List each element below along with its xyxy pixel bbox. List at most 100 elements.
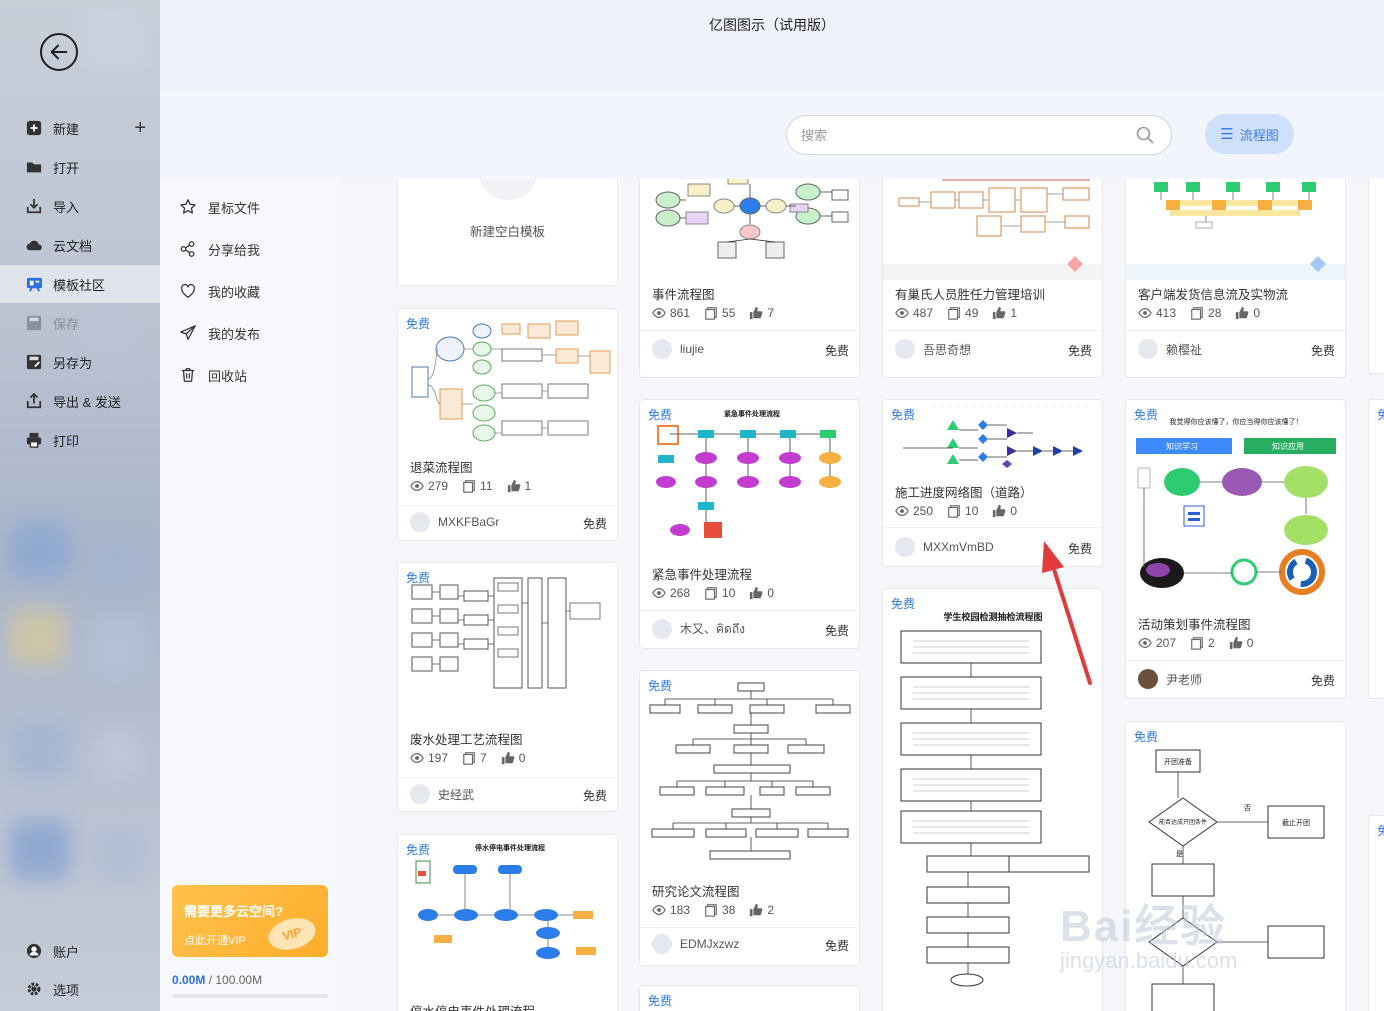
template-price: 免费 [1310, 674, 1335, 688]
template-price: 免费 [582, 517, 607, 531]
template-thumbnail: 我觉得你应该懂了，你应当得你应该懂了！ 知识学习 知识应用 [1126, 400, 1345, 604]
free-badge: 免费 [648, 679, 673, 693]
back-button[interactable] [40, 33, 78, 71]
sidebar-item-options[interactable]: 选项 [0, 970, 160, 1008]
view-count: 487 [913, 306, 934, 320]
window-title: 亿图图示（试用版） [709, 17, 835, 33]
thumb-start-label: 开团准备 [1164, 757, 1192, 766]
template-card[interactable]: 免费 开团准备 能否达成开团条件 截止开团 否 是 [1125, 721, 1346, 1011]
eye-icon [652, 308, 666, 318]
sidebar-item-new[interactable]: 新建 + [0, 109, 160, 147]
template-thumbnail: 紧急事件处理流程 [640, 400, 859, 558]
avatar [895, 537, 915, 557]
template-stats: 183 38 2 [652, 903, 788, 917]
template-thumbnail: 学生校园检测抽检流程图 [883, 589, 1102, 1009]
author-name: 尹老师 [1166, 672, 1203, 687]
template-stats: 413 28 0 [1138, 306, 1274, 320]
template-card[interactable]: 事件流程图 861 55 7 liujie 免费 [639, 179, 860, 378]
page-count: 38 [722, 903, 736, 917]
user-icon [25, 942, 43, 960]
thumb-no-label: 否 [1244, 804, 1251, 812]
pages-icon [1191, 307, 1203, 320]
template-card[interactable]: 免费 施工进度网络图（道路） 250 10 0 MXXmVmBD 免费 [882, 399, 1103, 567]
template-stats: 487 49 1 [895, 306, 1031, 320]
template-price: 免费 [824, 939, 849, 953]
template-name: 研究论文流程图 [652, 885, 740, 899]
subnav-item-recycle-bin[interactable]: 回收站 [178, 360, 247, 390]
sidebar-item-label: 保存 [53, 316, 80, 332]
search-input[interactable] [786, 115, 1172, 155]
subnav-item-starred[interactable]: 星标文件 [178, 192, 260, 222]
template-card[interactable]: 免费 [639, 985, 860, 1011]
cloud-icon [25, 236, 43, 254]
template-card[interactable]: 客户端发货信息流及实物流 413 28 0 赖樱祉 免费 [1125, 179, 1346, 378]
free-badge: 免费 [891, 597, 916, 611]
view-count: 250 [913, 504, 934, 518]
template-card[interactable]: 免费 [1368, 399, 1384, 699]
sidebar-item-label: 打开 [53, 160, 80, 176]
page-count: 2 [1208, 636, 1215, 650]
template-thumbnail: 停水停电事件处理流程 [398, 835, 617, 993]
sidebar-item-label: 打印 [53, 433, 80, 449]
free-badge: 免费 [1134, 730, 1159, 744]
thumb-left-label: 知识学习 [1166, 441, 1198, 451]
template-price: 免费 [1067, 542, 1092, 556]
sidebar-item-save[interactable]: 保存 [0, 304, 160, 342]
sidebar-item-export-send[interactable]: 导出 & 发送 [0, 382, 160, 420]
pages-icon [1191, 637, 1203, 650]
free-badge: 免费 [1377, 822, 1384, 839]
author-name: MXXmVmBD [923, 540, 994, 554]
template-price: 免费 [1310, 344, 1335, 358]
thumb-title: 我觉得你应该懂了，你应当得你应该懂了！ [1170, 417, 1303, 426]
eye-icon [652, 588, 666, 598]
avatar [895, 339, 915, 359]
sidebar-item-label: 账户 [53, 944, 80, 960]
add-icon[interactable]: + [134, 117, 146, 140]
template-card[interactable]: 免费 [639, 670, 860, 966]
template-card[interactable] [1368, 179, 1384, 374]
template-author: MXKFBaGr [410, 512, 499, 532]
template-stats: 197 7 0 [410, 751, 539, 765]
sidebar-item-import[interactable]: 导入 [0, 187, 160, 225]
export-icon [25, 392, 43, 410]
sidebar-item-save-as[interactable]: 另存为 [0, 343, 160, 381]
author-name: 木又、คิดถึง [680, 621, 745, 636]
new-blank-template-card[interactable]: + 新建空白模板 [397, 179, 618, 286]
subnav-item-shared-with-me[interactable]: 分享给我 [178, 234, 260, 264]
template-card[interactable]: 免费 [1368, 815, 1384, 1011]
template-thumbnail: 开团准备 能否达成开团条件 截止开团 否 是 [1126, 722, 1345, 1011]
storage-usage: 0.00M / 100.00M [172, 973, 262, 987]
template-thumbnail [1126, 179, 1345, 280]
template-card[interactable]: 有巢氏人员胜任力管理培训 487 49 1 吾思奇想 免费 [882, 179, 1103, 378]
subnav-item-label: 我的收藏 [208, 284, 261, 300]
thumb-question-label: 能否达成开团条件 [1159, 818, 1207, 826]
category-flowchart-button[interactable]: ☰ 流程图 [1205, 114, 1294, 154]
template-author: 赖樱祉 [1138, 339, 1202, 359]
template-card[interactable]: 免费 紧急事件处理流程 紧急事件处理流程 268 10 0 木又、คิดถึง … [639, 399, 860, 649]
subnav-item-my-publish[interactable]: 我的发布 [178, 318, 260, 348]
like-count: 0 [767, 586, 775, 600]
template-card[interactable]: 免费 [397, 308, 618, 541]
storage-separator: / [205, 973, 216, 987]
vip-upgrade-banner[interactable]: 需要更多云空间? 点此开通VIP VIP [172, 885, 328, 957]
template-card[interactable]: 免费 学生校园检测抽检流程图 [882, 588, 1103, 1011]
template-card[interactable]: 免费 [397, 562, 618, 812]
sidebar-item-print[interactable]: 打印 [0, 421, 160, 459]
sidebar-item-template-community[interactable]: 模板社区 [0, 265, 160, 303]
subnav-item-favorites[interactable]: 我的收藏 [178, 276, 260, 306]
template-name: 停水停电事件处理流程 [410, 1001, 535, 1011]
thumbs-up-icon [750, 586, 763, 600]
template-name: 事件流程图 [652, 288, 715, 302]
search-icon[interactable] [1135, 125, 1155, 145]
eye-icon [652, 905, 666, 915]
thumb-title: 停水停电事件处理流程 [475, 843, 545, 852]
view-count: 183 [670, 903, 691, 917]
sidebar-item-open[interactable]: 打开 [0, 148, 160, 186]
template-stats: 279 11 1 [410, 479, 545, 493]
template-card[interactable]: 免费 停水停电事件处理流程 停水停电事件处理流程 [397, 834, 618, 1011]
share-icon [178, 239, 198, 259]
sidebar-item-cloud[interactable]: 云文档 [0, 226, 160, 264]
sidebar-item-account[interactable]: 账户 [0, 932, 160, 970]
pages-icon [463, 480, 475, 493]
template-card[interactable]: 免费 我觉得你应该懂了，你应当得你应该懂了！ 知识学习 知识应用 活动策划事件流… [1125, 399, 1346, 699]
